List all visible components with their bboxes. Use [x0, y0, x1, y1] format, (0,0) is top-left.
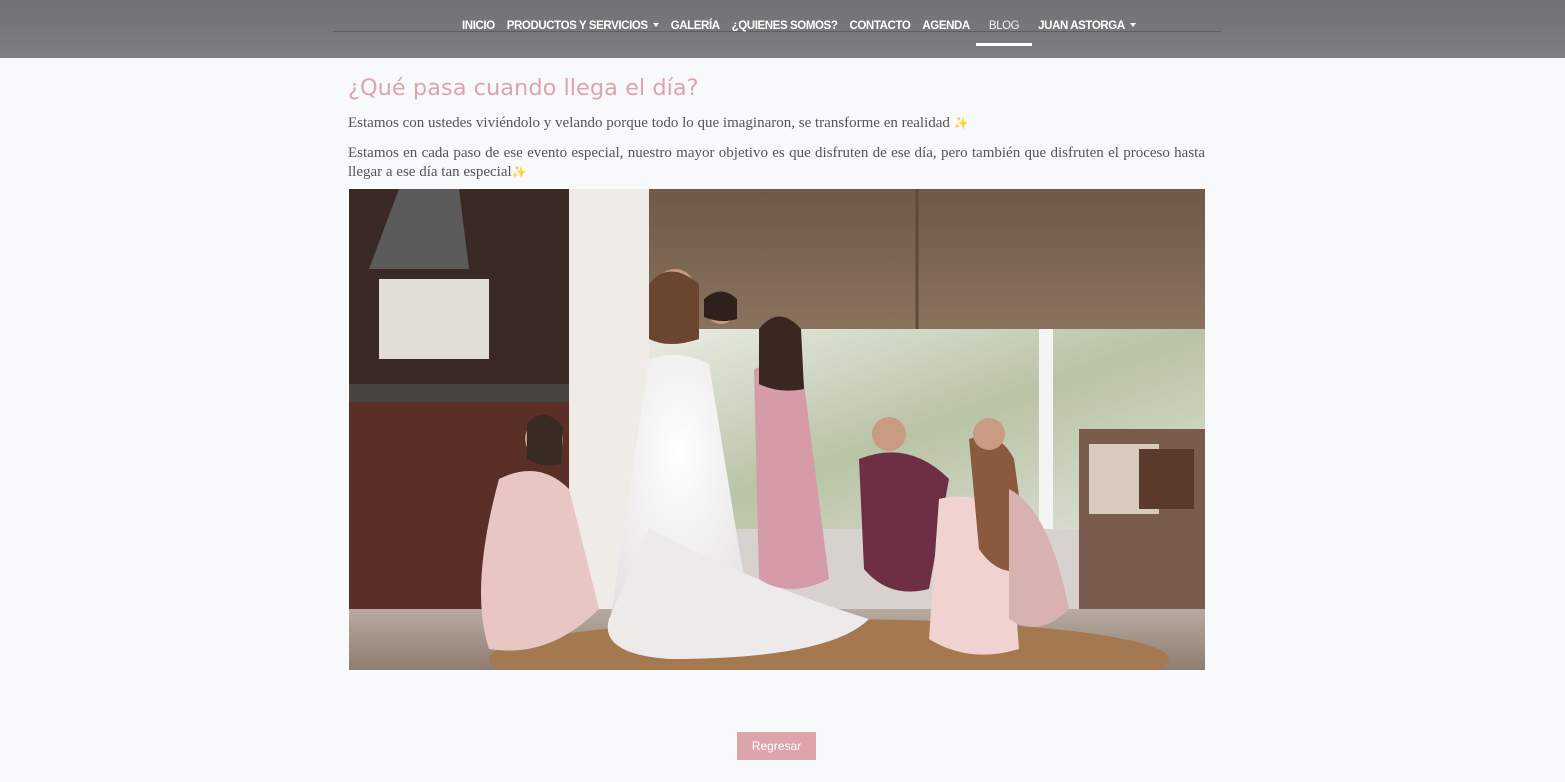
post-paragraph-1: Estamos con ustedes viviéndolo y velando… — [348, 114, 1205, 133]
post-title: ¿Qué pasa cuando llega el día? — [348, 75, 699, 101]
nav-item-inicio[interactable]: INICIO — [456, 14, 501, 38]
top-navbar: INICIO PRODUCTOS Y SERVICIOS GALERÍA ¿QU… — [0, 0, 1565, 58]
nav-item-blog[interactable]: BLOG — [975, 14, 1033, 46]
nav-item-galeria[interactable]: GALERÍA — [665, 14, 726, 38]
chevron-down-icon — [1129, 22, 1136, 27]
paragraph-text: Estamos en cada paso de ese evento espec… — [348, 145, 1205, 180]
post-paragraph-2: Estamos en cada paso de ese evento espec… — [348, 144, 1205, 182]
blog-post: ¿Qué pasa cuando llega el día? Estamos c… — [348, 72, 1205, 182]
nav-menu: INICIO PRODUCTOS Y SERVICIOS GALERÍA ¿QU… — [456, 14, 1142, 46]
nav-label: BLOG — [988, 20, 1020, 32]
nav-item-productos-servicios[interactable]: PRODUCTOS Y SERVICIOS — [501, 14, 665, 38]
sparkles-icon: ✨ — [511, 165, 527, 179]
post-photo — [349, 189, 1205, 670]
nav-label: ¿QUIENES SOMOS? — [731, 20, 838, 32]
nav-item-agenda[interactable]: AGENDA — [916, 14, 975, 38]
nav-label: JUAN ASTORGA — [1038, 20, 1125, 32]
back-button[interactable]: Regresar — [737, 732, 816, 760]
nav-item-quienes-somos[interactable]: ¿QUIENES SOMOS? — [726, 14, 844, 38]
chevron-down-icon — [652, 22, 659, 27]
nav-label: GALERÍA — [670, 20, 720, 32]
nav-label: AGENDA — [922, 20, 970, 32]
paragraph-text: Estamos con ustedes viviéndolo y velando… — [348, 115, 950, 131]
nav-label: CONTACTO — [849, 20, 911, 32]
nav-item-user-menu[interactable]: JUAN ASTORGA — [1032, 14, 1142, 38]
nav-label: PRODUCTOS Y SERVICIOS — [506, 20, 648, 32]
sparkles-icon: ✨ — [953, 116, 969, 130]
nav-label: INICIO — [462, 20, 495, 32]
nav-item-contacto[interactable]: CONTACTO — [843, 14, 916, 38]
